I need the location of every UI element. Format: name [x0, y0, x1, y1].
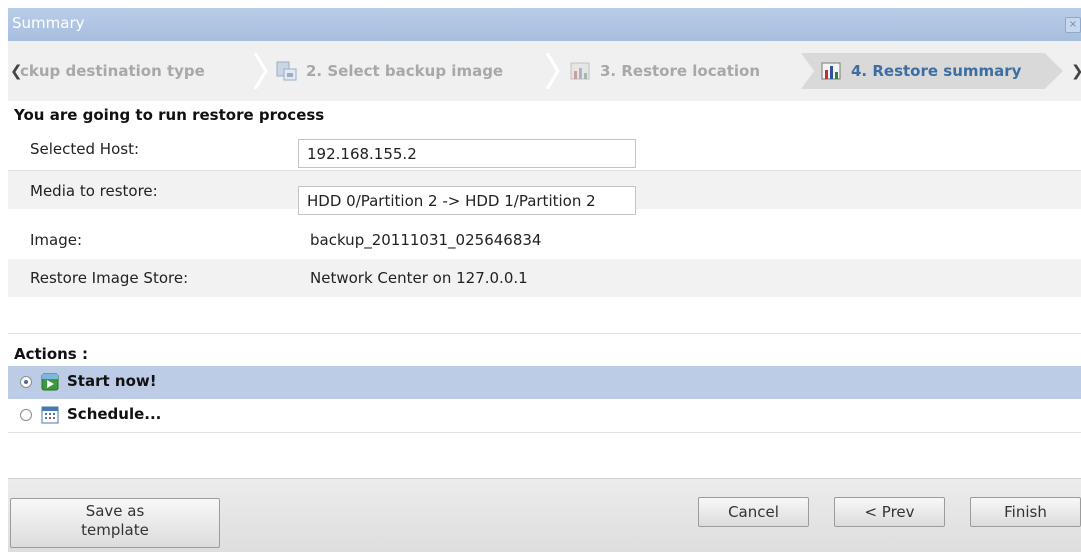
field-row-image: Image: backup_20111031_025646834 [8, 221, 1081, 259]
field-label: Media to restore: [30, 182, 158, 200]
field-row-media: Media to restore: HDD 0/Partition 2 -> H… [8, 171, 1081, 215]
action-schedule[interactable]: Schedule... [8, 399, 1081, 432]
section-divider [8, 333, 1081, 334]
window-titlebar: Summary × [8, 8, 1081, 41]
bar-chart-icon [570, 61, 592, 81]
wizard-step-1[interactable]: ckup destination type [20, 53, 245, 89]
cancel-button[interactable]: Cancel [698, 497, 809, 527]
calendar-icon [41, 406, 59, 424]
media-to-restore-field[interactable]: HDD 0/Partition 2 -> HDD 1/Partition 2 [298, 186, 636, 215]
row-divider [8, 432, 1081, 433]
field-label: Image: [30, 231, 83, 249]
scroll-right-icon[interactable]: ❯ [1071, 59, 1081, 83]
button-label-line: template [81, 521, 149, 539]
action-label: Start now! [67, 372, 157, 390]
play-icon [41, 373, 59, 391]
selected-host-field[interactable]: 192.168.155.2 [298, 139, 636, 168]
chevron-separator-icon [254, 53, 268, 89]
wizard-step-4-active[interactable]: 4. Restore summary [801, 53, 1063, 89]
wizard-footer: Save as template Cancel < Prev Finish [8, 478, 1081, 552]
prev-button[interactable]: < Prev [834, 497, 945, 527]
field-label: Selected Host: [30, 140, 139, 158]
start-now-radio[interactable] [20, 376, 32, 388]
backup-image-icon [276, 61, 298, 81]
wizard-step-label: 4. Restore summary [851, 62, 1022, 80]
wizard-step-2[interactable]: 2. Select backup image [276, 53, 536, 89]
wizard-step-label: ckup destination type [20, 62, 205, 80]
wizard-steps-bar: ❮ ckup destination type 2. Select backup… [8, 41, 1081, 101]
wizard-step-3[interactable]: 3. Restore location [570, 53, 805, 89]
wizard-step-label: 3. Restore location [600, 62, 761, 80]
bar-chart-icon [821, 61, 843, 81]
actions-heading: Actions : [14, 345, 88, 363]
close-icon[interactable]: × [1065, 17, 1081, 33]
action-start-now[interactable]: Start now! [8, 366, 1081, 399]
save-as-template-button[interactable]: Save as template [10, 498, 220, 548]
finish-button[interactable]: Finish [970, 497, 1081, 527]
chevron-separator-icon [546, 53, 560, 89]
restore-wizard-window: Summary × ❮ ckup destination type 2. Sel… [8, 8, 1081, 552]
wizard-step-label: 2. Select backup image [306, 62, 504, 80]
summary-heading: You are going to run restore process [14, 106, 325, 124]
action-label: Schedule... [67, 405, 162, 423]
image-store-value: Network Center on 127.0.0.1 [310, 269, 528, 287]
button-label-line: Save as [85, 502, 145, 520]
window-title: Summary [12, 14, 85, 32]
field-label: Restore Image Store: [30, 269, 189, 287]
image-value: backup_20111031_025646834 [310, 231, 542, 249]
field-row-selected-host: Selected Host: 192.168.155.2 [8, 131, 1081, 169]
scroll-left-icon[interactable]: ❮ [10, 59, 23, 83]
schedule-radio[interactable] [20, 409, 32, 421]
field-row-image-store: Restore Image Store: Network Center on 1… [8, 259, 1081, 297]
